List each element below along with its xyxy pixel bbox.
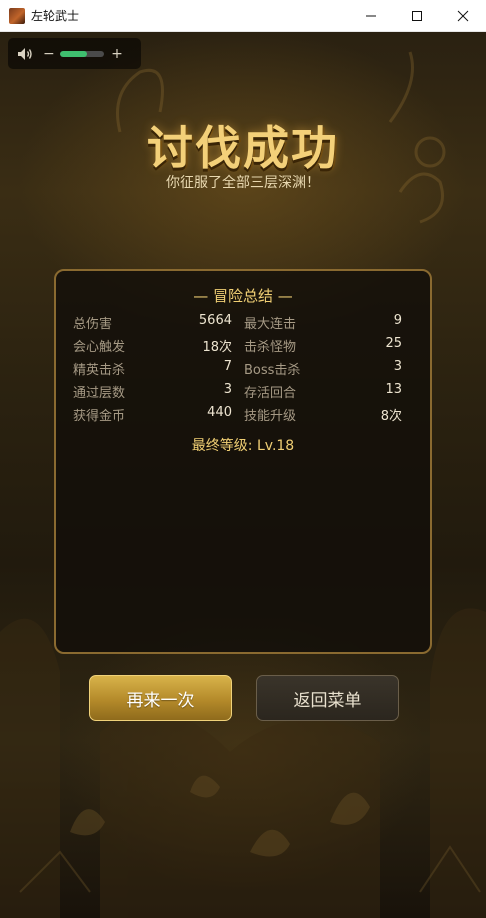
volume-control: − +	[8, 38, 141, 69]
victory-title: 讨伐成功	[147, 121, 339, 175]
game-window: 左轮武士 − + 讨伐成功 你征服了全部三层深渊！ — 冒险总结 — 总伤害 5…	[0, 0, 486, 918]
volume-down-button[interactable]: −	[43, 46, 55, 62]
stat-value-monsters-killed: 25	[385, 336, 402, 351]
stat-label-gold-earned: 获得金币	[73, 409, 126, 424]
return-to-menu-button[interactable]: 返回菜单	[256, 675, 399, 721]
speaker-icon[interactable]	[16, 45, 34, 63]
volume-slider[interactable]	[60, 50, 104, 57]
stat-value-total-damage: 5664	[198, 313, 232, 328]
stat-value-turns-survived: 13	[385, 382, 402, 397]
stat-label-turns-survived: 存活回合	[244, 386, 297, 401]
play-again-button[interactable]: 再来一次	[89, 675, 232, 721]
close-button[interactable]	[440, 0, 486, 31]
minimize-icon	[366, 15, 376, 16]
volume-up-button[interactable]: +	[111, 46, 123, 62]
stat-label-crit-triggers: 会心触发	[73, 340, 126, 355]
title-bar: 左轮武士	[0, 0, 486, 32]
stat-value-boss-kills: 3	[393, 359, 402, 374]
stat-value-max-combo: 9	[393, 313, 402, 328]
stat-label-max-combo: 最大连击	[244, 317, 297, 332]
stat-label-monsters-killed: 击杀怪物	[244, 340, 297, 355]
volume-slider-fill	[60, 50, 88, 57]
summary-title: — 冒险总结 —	[193, 287, 293, 305]
stat-label-boss-kills: Boss击杀	[244, 363, 301, 378]
stat-value-floors-cleared: 3	[223, 382, 232, 397]
adventure-summary-panel: — 冒险总结 — 总伤害 5664 最大连击 9 会心触发 18次 击杀怪物 2…	[54, 269, 432, 654]
close-icon	[457, 10, 469, 21]
stat-label-total-damage: 总伤害	[73, 317, 113, 332]
stat-label-skill-upgrades: 技能升级	[244, 409, 297, 424]
stat-label-elite-kills: 精英击杀	[73, 363, 126, 378]
minimize-button[interactable]	[348, 0, 394, 31]
stat-value-elite-kills: 7	[223, 359, 232, 374]
stat-value-skill-upgrades: 8次	[380, 409, 402, 424]
game-app-icon	[9, 7, 25, 24]
maximize-button[interactable]	[394, 0, 440, 31]
window-controls	[348, 0, 486, 31]
game-canvas: − + 讨伐成功 你征服了全部三层深渊！ — 冒险总结 — 总伤害 5664 最…	[0, 32, 486, 918]
window-title: 左轮武士	[31, 9, 80, 23]
stat-value-crit-triggers: 18次	[202, 340, 232, 355]
final-level: 最终等级: Lv.18	[191, 438, 295, 454]
stat-label-floors-cleared: 通过层数	[73, 386, 126, 401]
stat-value-gold-earned: 440	[207, 405, 232, 420]
maximize-icon	[412, 10, 422, 21]
victory-subtitle: 你征服了全部三层深渊！	[166, 175, 320, 191]
